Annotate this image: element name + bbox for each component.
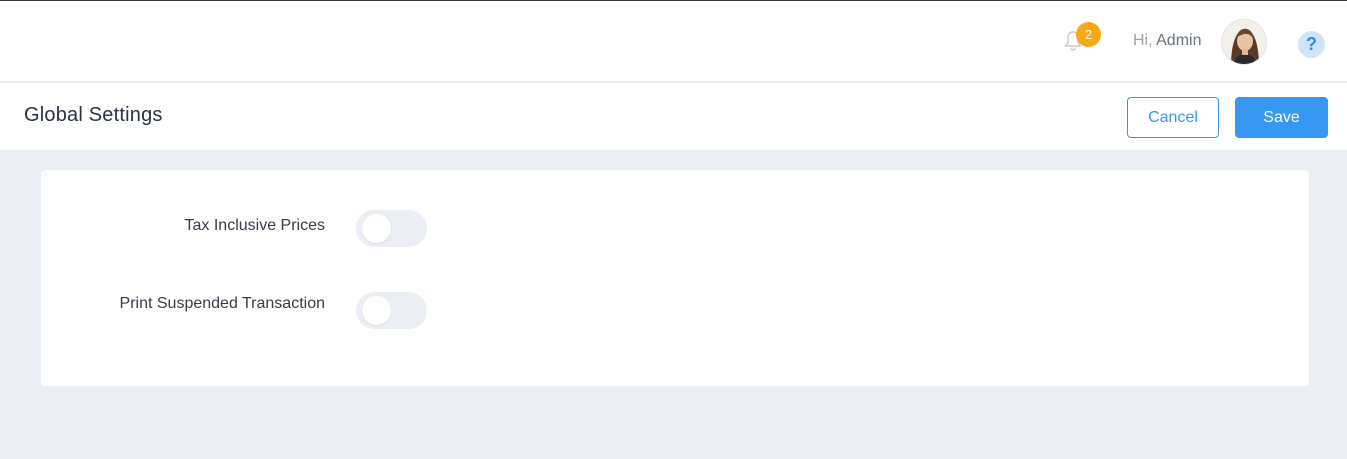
help-icon[interactable]: ? xyxy=(1298,31,1325,58)
print-suspended-transaction-toggle[interactable] xyxy=(356,292,427,329)
tax-inclusive-prices-toggle[interactable] xyxy=(356,210,427,247)
toggle-knob xyxy=(362,214,391,243)
toggle-knob xyxy=(362,296,391,325)
settings-card: Tax Inclusive Prices Print Suspended Tra… xyxy=(41,170,1309,386)
print-suspended-transaction-label: Print Suspended Transaction xyxy=(119,295,325,312)
cancel-button[interactable]: Cancel xyxy=(1127,97,1219,138)
user-name: Admin xyxy=(1156,32,1202,49)
page-header: Global Settings Cancel Save xyxy=(0,83,1347,150)
avatar[interactable] xyxy=(1221,19,1267,65)
top-bar: 2 Hi, Admin ? xyxy=(0,0,1347,82)
page-title: Global Settings xyxy=(24,104,163,126)
notification-badge[interactable]: 2 xyxy=(1076,22,1101,47)
greeting-prefix: Hi, xyxy=(1133,32,1153,49)
save-button[interactable]: Save xyxy=(1235,97,1328,138)
tax-inclusive-prices-label: Tax Inclusive Prices xyxy=(184,217,326,234)
user-greeting: Hi, Admin xyxy=(1133,32,1201,50)
